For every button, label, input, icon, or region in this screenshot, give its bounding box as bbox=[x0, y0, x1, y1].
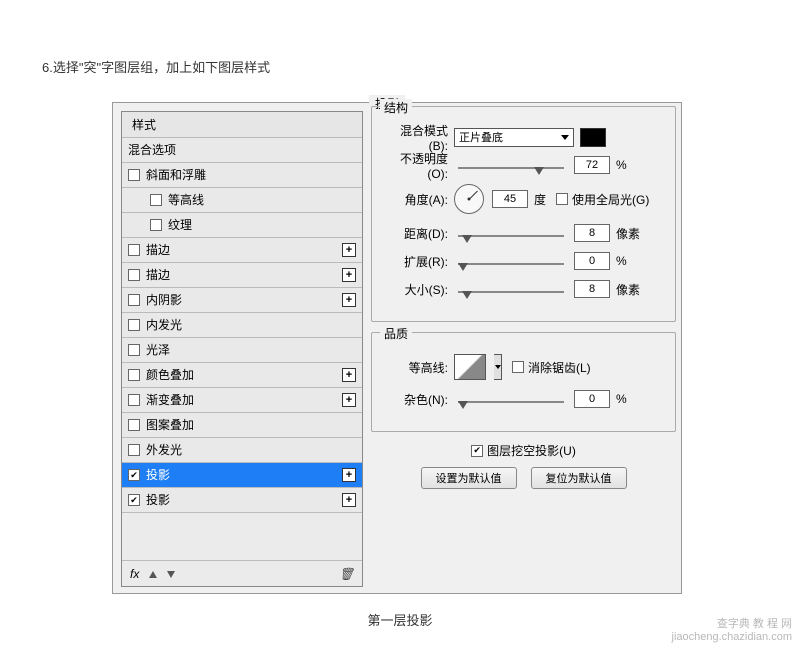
opacity-label: 不透明度(O): bbox=[382, 150, 454, 181]
add-icon[interactable]: + bbox=[342, 293, 356, 307]
gradient-overlay-item[interactable]: 渐变叠加+ bbox=[122, 388, 362, 413]
instruction-text: 6.选择"突"字图层组，加上如下图层样式 bbox=[42, 57, 270, 76]
stroke2-checkbox[interactable] bbox=[128, 269, 140, 281]
inner-shadow-item[interactable]: 内阴影+ bbox=[122, 288, 362, 313]
inner-glow-item[interactable]: 内发光 bbox=[122, 313, 362, 338]
drop-shadow2-item[interactable]: 投影+ bbox=[122, 488, 362, 513]
stroke1-item[interactable]: 描边+ bbox=[122, 238, 362, 263]
add-icon[interactable]: + bbox=[342, 468, 356, 482]
color-overlay-checkbox[interactable] bbox=[128, 369, 140, 381]
watermark: 查字典 教 程 网 jiaocheng.chazidian.com bbox=[672, 618, 792, 644]
contour-label: 等高线: bbox=[382, 359, 454, 376]
add-icon[interactable]: + bbox=[342, 268, 356, 282]
global-light-label: 使用全局光(G) bbox=[572, 191, 649, 208]
stroke1-checkbox[interactable] bbox=[128, 244, 140, 256]
arrow-up-icon[interactable] bbox=[149, 567, 157, 581]
size-input[interactable]: 8 bbox=[574, 280, 610, 298]
pattern-overlay-checkbox[interactable] bbox=[128, 419, 140, 431]
noise-slider[interactable] bbox=[458, 397, 564, 401]
color-overlay-item[interactable]: 颜色叠加+ bbox=[122, 363, 362, 388]
angle-unit: 度 bbox=[534, 191, 546, 208]
add-icon[interactable]: + bbox=[342, 243, 356, 257]
blend-mode-label: 混合模式(B): bbox=[382, 122, 454, 153]
distance-slider[interactable] bbox=[458, 231, 564, 235]
quality-fieldset: 品质 等高线: 消除锯齿(L) 杂色(N): 0 % bbox=[371, 332, 676, 432]
bevel-item[interactable]: 斜面和浮雕 bbox=[122, 163, 362, 188]
opacity-input[interactable]: 72 bbox=[574, 156, 610, 174]
satin-checkbox[interactable] bbox=[128, 344, 140, 356]
size-slider[interactable] bbox=[458, 287, 564, 291]
gradient-overlay-checkbox[interactable] bbox=[128, 394, 140, 406]
inner-shadow-checkbox[interactable] bbox=[128, 294, 140, 306]
noise-label: 杂色(N): bbox=[382, 391, 454, 408]
fx-label[interactable]: fx bbox=[130, 567, 139, 581]
satin-item[interactable]: 光泽 bbox=[122, 338, 362, 363]
quality-legend: 品质 bbox=[380, 325, 412, 342]
shadow-properties-panel: 结构 混合模式(B): 正片叠底 不透明度(O): 72 % 角度(A): 45… bbox=[371, 106, 676, 489]
size-unit: 像素 bbox=[616, 281, 640, 298]
inner-glow-checkbox[interactable] bbox=[128, 319, 140, 331]
arrow-down-icon[interactable] bbox=[167, 567, 175, 581]
contour-item[interactable]: 等高线 bbox=[122, 188, 362, 213]
styles-list-panel: 样式 混合选项 斜面和浮雕 等高线 纹理 描边+ 描边+ 内阴影+ 内发光 光泽… bbox=[121, 111, 363, 587]
add-icon[interactable]: + bbox=[342, 393, 356, 407]
opacity-slider[interactable] bbox=[458, 163, 564, 167]
layer-style-dialog: 投影 样式 混合选项 斜面和浮雕 等高线 纹理 描边+ 描边+ 内阴影+ 内发光… bbox=[112, 102, 682, 594]
outer-glow-checkbox[interactable] bbox=[128, 444, 140, 456]
bevel-checkbox[interactable] bbox=[128, 169, 140, 181]
distance-unit: 像素 bbox=[616, 225, 640, 242]
blending-options-item[interactable]: 混合选项 bbox=[122, 138, 362, 163]
restore-default-button[interactable]: 复位为默认值 bbox=[531, 467, 627, 489]
distance-input[interactable]: 8 bbox=[574, 224, 610, 242]
spread-input[interactable]: 0 bbox=[574, 252, 610, 270]
drop-shadow1-item[interactable]: 投影+ bbox=[122, 463, 362, 488]
noise-input[interactable]: 0 bbox=[574, 390, 610, 408]
trash-icon[interactable] bbox=[339, 567, 354, 581]
antialias-checkbox[interactable] bbox=[512, 361, 524, 373]
global-light-checkbox[interactable] bbox=[556, 193, 568, 205]
blend-mode-select[interactable]: 正片叠底 bbox=[454, 128, 574, 147]
distance-label: 距离(D): bbox=[382, 225, 454, 242]
spread-slider[interactable] bbox=[458, 259, 564, 263]
texture-item[interactable]: 纹理 bbox=[122, 213, 362, 238]
size-label: 大小(S): bbox=[382, 281, 454, 298]
outer-glow-item[interactable]: 外发光 bbox=[122, 438, 362, 463]
spread-unit: % bbox=[616, 254, 627, 268]
structure-legend: 结构 bbox=[380, 99, 412, 116]
add-icon[interactable]: + bbox=[342, 368, 356, 382]
spread-label: 扩展(R): bbox=[382, 253, 454, 270]
shadow-color-swatch[interactable] bbox=[580, 128, 606, 147]
contour-checkbox[interactable] bbox=[150, 194, 162, 206]
structure-fieldset: 结构 混合模式(B): 正片叠底 不透明度(O): 72 % 角度(A): 45… bbox=[371, 106, 676, 322]
drop-shadow2-checkbox[interactable] bbox=[128, 494, 140, 506]
drop-shadow1-checkbox[interactable] bbox=[128, 469, 140, 481]
stroke2-item[interactable]: 描边+ bbox=[122, 263, 362, 288]
antialias-label: 消除锯齿(L) bbox=[528, 359, 591, 376]
styles-header: 样式 bbox=[122, 112, 362, 138]
contour-dropdown-icon[interactable] bbox=[494, 354, 502, 380]
noise-unit: % bbox=[616, 392, 627, 406]
set-default-button[interactable]: 设置为默认值 bbox=[421, 467, 517, 489]
opacity-unit: % bbox=[616, 158, 627, 172]
contour-preview[interactable] bbox=[454, 354, 486, 380]
pattern-overlay-item[interactable]: 图案叠加 bbox=[122, 413, 362, 438]
angle-label: 角度(A): bbox=[382, 191, 454, 208]
angle-dial[interactable] bbox=[454, 184, 484, 214]
knockout-checkbox[interactable] bbox=[471, 445, 483, 457]
styles-footer: fx bbox=[122, 560, 362, 586]
add-icon[interactable]: + bbox=[342, 493, 356, 507]
texture-checkbox[interactable] bbox=[150, 219, 162, 231]
knockout-label: 图层挖空投影(U) bbox=[487, 442, 576, 459]
angle-input[interactable]: 45 bbox=[492, 190, 528, 208]
